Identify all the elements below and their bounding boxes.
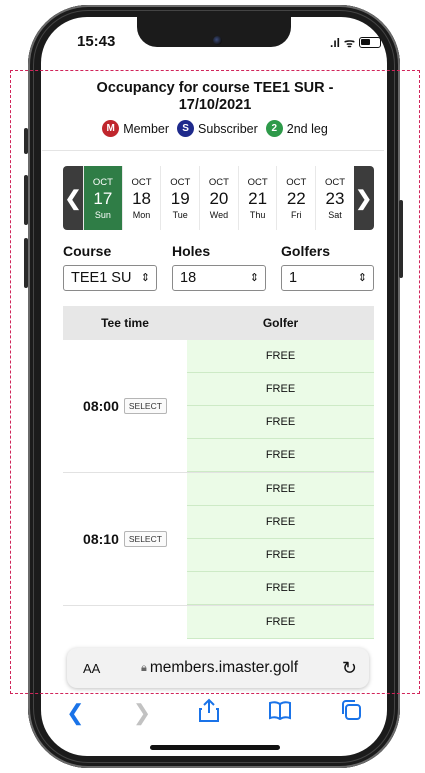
member-badge-icon: M (102, 120, 120, 137)
tee-time-group: 08:10 SELECT FREE FREE FREE FREE (63, 473, 374, 606)
tee-time-cell: 08:10 SELECT (63, 473, 187, 605)
col-tee-time: Tee time (101, 316, 149, 330)
date-day-4[interactable]: OCT 21 Thu (237, 166, 277, 230)
prev-week-arrow-icon[interactable]: ❮ (63, 166, 83, 230)
date-day-3[interactable]: OCT 20 Wed (199, 166, 238, 230)
select-button[interactable]: SELECT (123, 531, 167, 547)
select-chevron-icon: ⇕ (140, 272, 150, 284)
home-indicator (150, 745, 280, 750)
golfer-slot: FREE (187, 439, 374, 472)
volume-up-button (24, 175, 28, 225)
power-button (399, 200, 403, 278)
camera-icon (213, 36, 222, 45)
course-label: Course (63, 243, 112, 259)
url-display[interactable]: 🔒︎ members.imaster.golf (141, 659, 298, 677)
golfer-slot: FREE (187, 539, 374, 572)
select-chevron-icon: ⇕ (249, 272, 259, 284)
legend-second-leg: 2 2nd leg (265, 120, 328, 137)
tee-time: 08:00 (83, 398, 119, 414)
lock-icon: 🔒︎ (141, 661, 147, 674)
golfer-slots: FREE FREE FREE FREE (187, 473, 374, 605)
divider (42, 150, 384, 151)
date-day-6[interactable]: OCT 23 Sat (315, 166, 354, 230)
legend-subscriber: S Subscriber (177, 120, 258, 137)
page-title-date: 17/10/2021 (178, 97, 252, 113)
holes-select[interactable]: 18 ⇕ (172, 265, 266, 291)
golfer-slot: FREE (187, 373, 374, 406)
mute-switch (24, 128, 28, 154)
signal-icon: .ıl (330, 35, 341, 50)
next-week-arrow-icon[interactable]: ❯ (354, 166, 374, 230)
page-title: Occupancy for course TEE1 SUR - 17/10/20… (60, 80, 370, 114)
volume-down-button (24, 238, 28, 288)
battery-icon (358, 37, 381, 48)
golfer-slot: FREE (187, 572, 374, 605)
browser-toolbar: ❮ ❯ (42, 695, 386, 731)
tee-time-cell (63, 606, 187, 639)
golfer-slot: FREE (187, 340, 374, 373)
legend-second-leg-label: 2nd leg (286, 121, 328, 136)
tee-time-cell: 08:00 SELECT (63, 340, 187, 472)
legend-member: M Member (102, 120, 169, 137)
golfers-label: Golfers (281, 243, 331, 259)
tee-time: 08:10 (83, 531, 119, 547)
status-time: 15:43 (77, 33, 116, 50)
page-title-line1: Occupancy for course TEE1 SUR - (96, 80, 334, 96)
select-chevron-icon: ⇕ (357, 272, 367, 284)
golfer-slots: FREE (187, 606, 374, 639)
golfer-slot: FREE (187, 406, 374, 439)
tee-time-group: 08:00 SELECT FREE FREE FREE FREE (63, 340, 374, 473)
legend: M Member S Subscriber 2 2nd leg (60, 120, 370, 137)
date-day-0[interactable]: OCT 17 Sun (83, 166, 122, 230)
tee-time-table: Tee time Golfer 08:00 SELECT FREE FREE F… (63, 306, 374, 639)
golfer-slots: FREE FREE FREE FREE (187, 340, 374, 472)
date-picker: ❮ OCT 17 Sun OCT 18 Mon OCT 19 Tue OCT 2… (63, 166, 374, 230)
status-icons: .ıl ᯤ (330, 34, 381, 51)
golfer-slot: FREE (187, 506, 374, 539)
table-header: Tee time Golfer (63, 306, 374, 340)
date-day-5[interactable]: OCT 22 Fri (276, 166, 316, 230)
course-select[interactable]: TEE1 SU ⇕ (63, 265, 157, 291)
second-leg-badge-icon: 2 (265, 120, 283, 137)
legend-subscriber-label: Subscriber (198, 121, 258, 136)
select-button[interactable]: SELECT (123, 398, 167, 414)
tabs-icon[interactable] (340, 699, 362, 727)
golfer-slot: FREE (187, 606, 374, 639)
address-bar[interactable]: AA 🔒︎ members.imaster.golf ↻ (67, 648, 369, 688)
tee-time-group: FREE (63, 606, 374, 639)
reload-icon[interactable]: ↻ (342, 658, 357, 679)
col-golfer: Golfer (262, 316, 299, 330)
golfer-slot: FREE (187, 473, 374, 506)
date-day-2[interactable]: OCT 19 Tue (160, 166, 200, 230)
book-icon[interactable] (268, 700, 292, 726)
text-size-button[interactable]: AA (83, 661, 100, 676)
golfers-select[interactable]: 1 ⇕ (281, 265, 374, 291)
share-icon[interactable] (199, 698, 220, 728)
chevron-left-icon[interactable]: ❮ (66, 700, 84, 726)
subscriber-badge-icon: S (177, 120, 195, 137)
date-day-1[interactable]: OCT 18 Mon (121, 166, 161, 230)
chevron-right-icon[interactable]: ❯ (133, 700, 151, 726)
wifi-icon: ᯤ (344, 36, 355, 50)
legend-member-label: Member (123, 121, 170, 136)
holes-label: Holes (172, 243, 211, 259)
